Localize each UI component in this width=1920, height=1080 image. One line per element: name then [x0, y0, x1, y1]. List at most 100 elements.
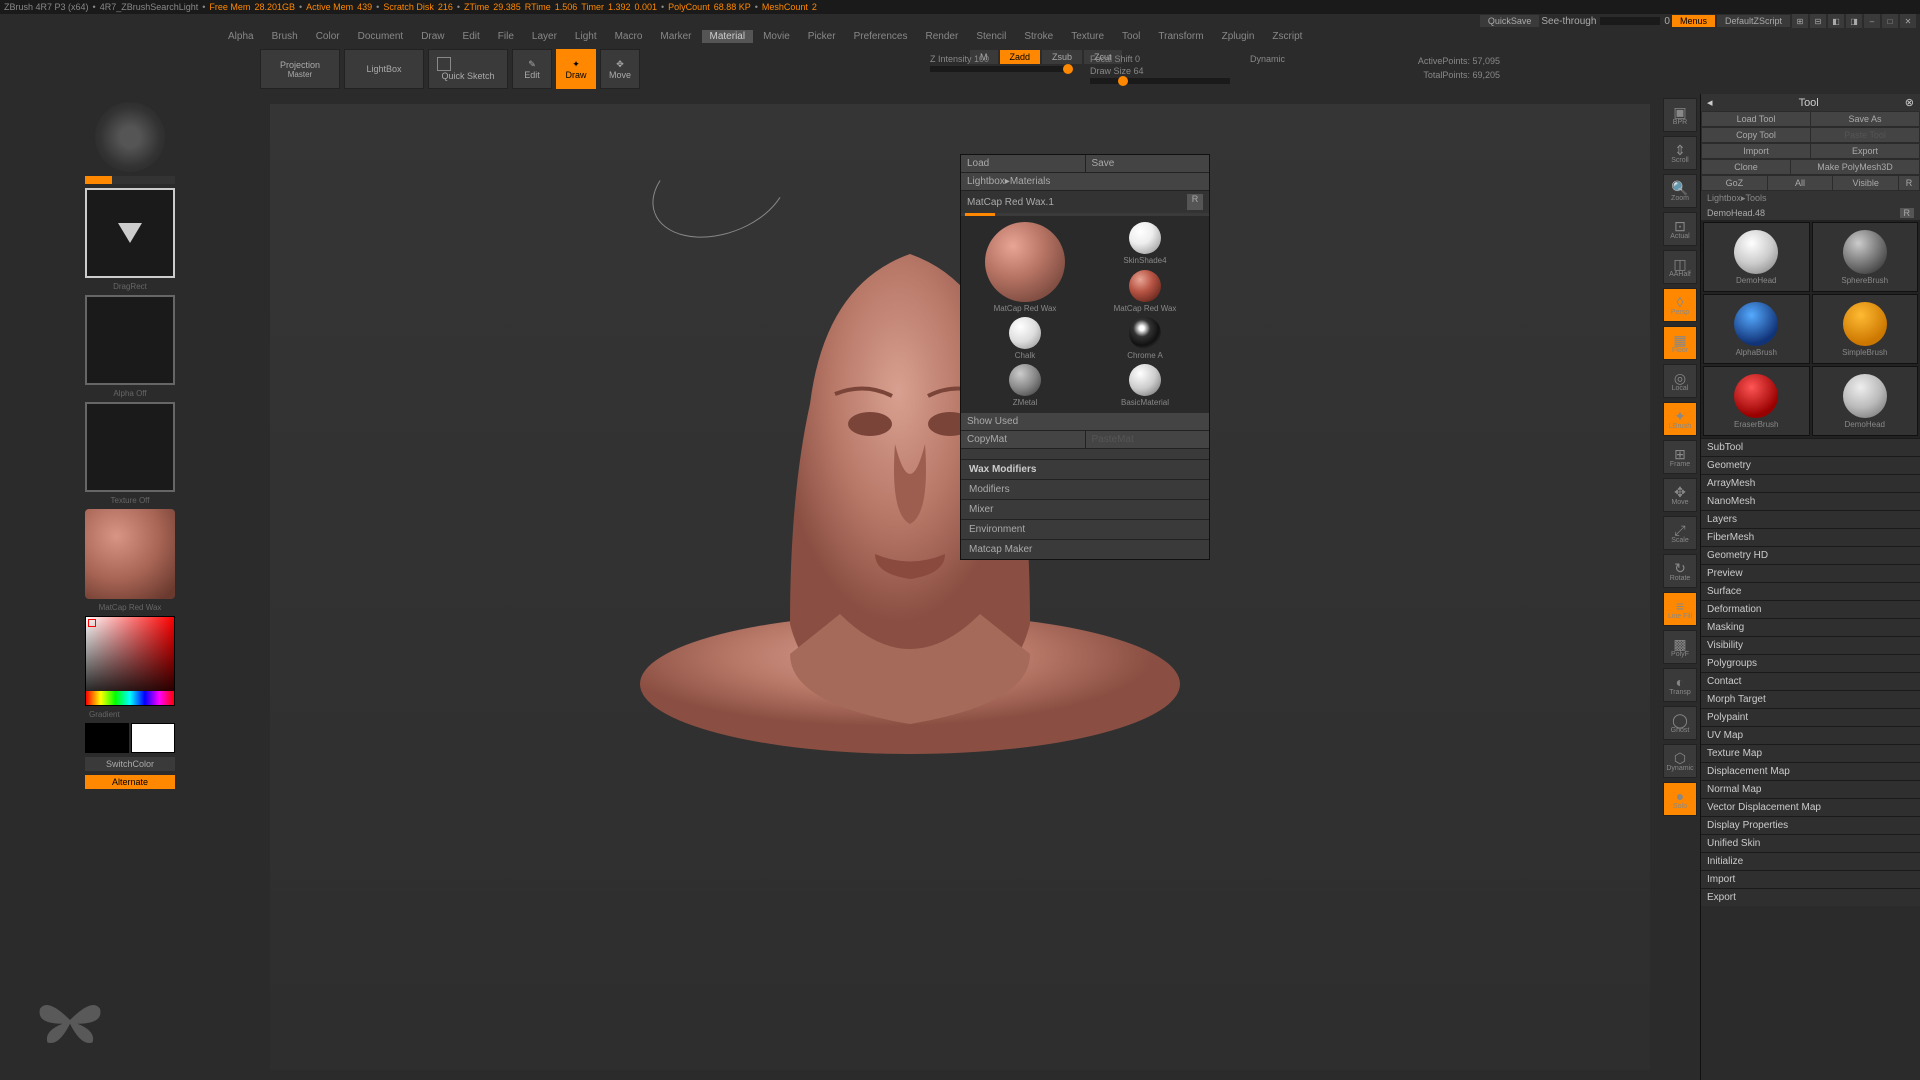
color-picker[interactable] — [85, 616, 175, 706]
accordion-preview[interactable]: Preview — [1701, 564, 1920, 582]
accordion-export[interactable]: Export — [1701, 888, 1920, 906]
draw-button[interactable]: ✦Draw — [556, 49, 596, 89]
goz-r-button[interactable]: R — [1899, 176, 1919, 190]
window-icon-2[interactable]: ⊟ — [1810, 14, 1826, 28]
lightbox-tools-button[interactable]: Lightbox▸Tools — [1701, 191, 1920, 206]
window-icon-4[interactable]: ◨ — [1846, 14, 1862, 28]
menu-item-stroke[interactable]: Stroke — [1016, 30, 1061, 43]
alternate-button[interactable]: Alternate — [85, 775, 175, 789]
accordion-surface[interactable]: Surface — [1701, 582, 1920, 600]
tool-cell-alphabrush[interactable]: AlphaBrush — [1703, 294, 1810, 364]
menu-item-preferences[interactable]: Preferences — [846, 30, 916, 43]
maximize-icon[interactable]: □ — [1882, 14, 1898, 28]
accordion-unified-skin[interactable]: Unified Skin — [1701, 834, 1920, 852]
menu-item-brush[interactable]: Brush — [264, 30, 306, 43]
menu-item-draw[interactable]: Draw — [413, 30, 452, 43]
see-through-slider[interactable] — [1600, 17, 1660, 25]
menu-item-render[interactable]: Render — [918, 30, 967, 43]
accordion-import[interactable]: Import — [1701, 870, 1920, 888]
swatch-primary[interactable] — [131, 723, 175, 753]
menu-item-picker[interactable]: Picker — [800, 30, 844, 43]
goz-visible-button[interactable]: Visible — [1833, 176, 1898, 190]
quick-ghost-button[interactable]: ◯Ghost — [1663, 706, 1697, 740]
menu-item-stencil[interactable]: Stencil — [968, 30, 1014, 43]
lightbox-materials-button[interactable]: Lightbox▸Materials — [961, 173, 1209, 190]
mat-section-wax-modifiers[interactable]: Wax Modifiers — [961, 459, 1209, 479]
accordion-morph-target[interactable]: Morph Target — [1701, 690, 1920, 708]
quick-frame-button[interactable]: ⊞Frame — [1663, 440, 1697, 474]
accordion-uv-map[interactable]: UV Map — [1701, 726, 1920, 744]
accordion-arraymesh[interactable]: ArrayMesh — [1701, 474, 1920, 492]
quick-move-button[interactable]: ✥Move — [1663, 478, 1697, 512]
menu-item-layer[interactable]: Layer — [524, 30, 565, 43]
stroke-thumb[interactable] — [85, 188, 175, 278]
mat-save-button[interactable]: Save — [1086, 155, 1210, 172]
quick-scroll-button[interactable]: ⇕Scroll — [1663, 136, 1697, 170]
quick-polyf-button[interactable]: ▩PolyF — [1663, 630, 1697, 664]
mat-cell-basic[interactable]: BasicMaterial — [1087, 364, 1203, 407]
menu-item-color[interactable]: Color — [308, 30, 348, 43]
menu-item-transform[interactable]: Transform — [1150, 30, 1211, 43]
accordion-geometry-hd[interactable]: Geometry HD — [1701, 546, 1920, 564]
quick-line-fill-button[interactable]: ≡Line Fill — [1663, 592, 1697, 626]
menus-button[interactable]: Menus — [1672, 15, 1715, 27]
menu-item-tool[interactable]: Tool — [1114, 30, 1148, 43]
quick-rotate-button[interactable]: ↻Rotate — [1663, 554, 1697, 588]
menu-item-material[interactable]: Material — [702, 30, 754, 43]
accordion-initialize[interactable]: Initialize — [1701, 852, 1920, 870]
mat-load-button[interactable]: Load — [961, 155, 1086, 172]
switch-color-button[interactable]: SwitchColor — [85, 757, 175, 771]
tool-cell-spherebrush[interactable]: SphereBrush — [1812, 222, 1919, 292]
accordion-visibility[interactable]: Visibility — [1701, 636, 1920, 654]
import-button[interactable]: Import — [1702, 144, 1810, 158]
mat-cell-red2[interactable]: MatCap Red Wax — [1087, 270, 1203, 314]
lightbox-button[interactable]: LightBox — [344, 49, 424, 89]
mat-r-button[interactable]: R — [1187, 194, 1203, 210]
projection-master-button[interactable]: Projection Master — [260, 49, 340, 89]
menu-item-marker[interactable]: Marker — [652, 30, 699, 43]
menu-item-file[interactable]: File — [490, 30, 522, 43]
texture-thumb[interactable] — [85, 402, 175, 492]
accordion-deformation[interactable]: Deformation — [1701, 600, 1920, 618]
accordion-polypaint[interactable]: Polypaint — [1701, 708, 1920, 726]
quick-solo-button[interactable]: ●Solo — [1663, 782, 1697, 816]
minimize-icon[interactable]: – — [1864, 14, 1880, 28]
pastemat-button[interactable]: PasteMat — [1086, 431, 1210, 448]
accordion-subtool[interactable]: SubTool — [1701, 438, 1920, 456]
accordion-normal-map[interactable]: Normal Map — [1701, 780, 1920, 798]
draw-size-slider[interactable] — [1090, 78, 1230, 84]
see-through-control[interactable]: See-through 0 — [1541, 16, 1670, 27]
accordion-displacement-map[interactable]: Displacement Map — [1701, 762, 1920, 780]
accordion-fibermesh[interactable]: FiberMesh — [1701, 528, 1920, 546]
menu-item-macro[interactable]: Macro — [607, 30, 651, 43]
brush-preview[interactable] — [95, 102, 165, 172]
goz-button[interactable]: GoZ — [1702, 176, 1767, 190]
mat-section-mixer[interactable]: Mixer — [961, 499, 1209, 519]
accordion-display-properties[interactable]: Display Properties — [1701, 816, 1920, 834]
swatch-secondary[interactable] — [85, 723, 129, 753]
mat-cell-skin[interactable]: SkinShade4 — [1087, 222, 1203, 266]
mat-cell-chalk[interactable]: Chalk — [967, 317, 1083, 360]
show-used-button[interactable]: Show Used — [961, 413, 1209, 430]
menu-item-zplugin[interactable]: Zplugin — [1214, 30, 1263, 43]
menu-item-texture[interactable]: Texture — [1063, 30, 1112, 43]
accordion-vector-displacement-map[interactable]: Vector Displacement Map — [1701, 798, 1920, 816]
quick-dynamic-button[interactable]: ⬡Dynamic — [1663, 744, 1697, 778]
paste-tool-button[interactable]: Paste Tool — [1811, 128, 1919, 142]
accordion-contact[interactable]: Contact — [1701, 672, 1920, 690]
quick-zoom-button[interactable]: 🔍Zoom — [1663, 174, 1697, 208]
menu-item-alpha[interactable]: Alpha — [220, 30, 262, 43]
goz-all-button[interactable]: All — [1768, 176, 1833, 190]
mat-section-matcap-maker[interactable]: Matcap Maker — [961, 539, 1209, 559]
tool-cell-simplebrush[interactable]: SimpleBrush — [1812, 294, 1919, 364]
quick-aahalf-button[interactable]: ◫AAHalf — [1663, 250, 1697, 284]
window-icon-1[interactable]: ⊞ — [1792, 14, 1808, 28]
dynamic-label[interactable]: Dynamic — [1250, 54, 1310, 64]
accordion-geometry[interactable]: Geometry — [1701, 456, 1920, 474]
hue-strip[interactable] — [86, 691, 174, 705]
mat-cell-redwax[interactable]: MatCap Red Wax — [967, 222, 1083, 313]
mat-section-environment[interactable]: Environment — [961, 519, 1209, 539]
quick-floor-button[interactable]: ▦Floor — [1663, 326, 1697, 360]
copy-tool-button[interactable]: Copy Tool — [1702, 128, 1810, 142]
mat-cell-chrome[interactable]: Chrome A — [1087, 317, 1203, 360]
